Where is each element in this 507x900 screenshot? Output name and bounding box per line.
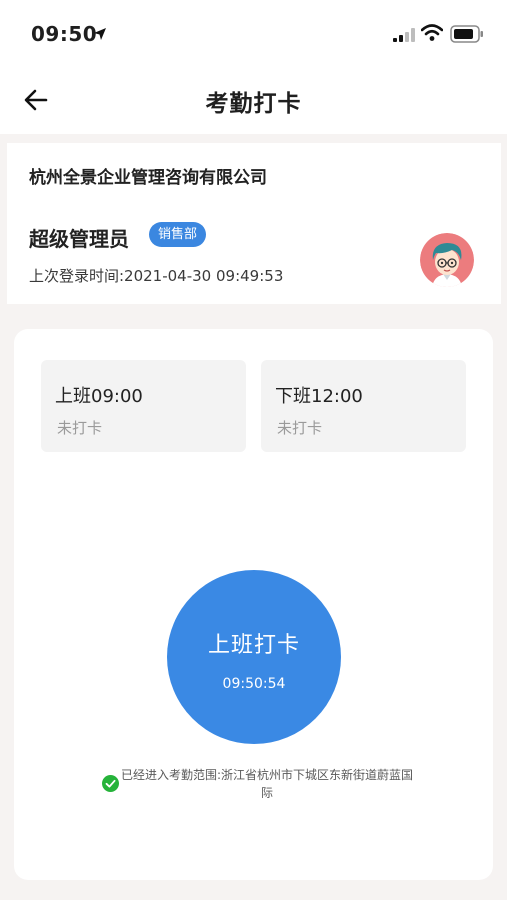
avatar-icon — [420, 233, 474, 287]
shift-card-clock-in: 上班09:00 未打卡 — [41, 360, 246, 452]
nav-bar: 考勤打卡 — [0, 66, 507, 134]
status-bar: 09:50 — [0, 0, 507, 66]
shift-title: 下班12:00 — [275, 386, 363, 407]
shift-status: 未打卡 — [57, 419, 103, 437]
attendance-card: 上班09:00 未打卡 下班12:00 未打卡 上班打卡 09:50:54 已经… — [14, 329, 493, 880]
attendance-range-text: 已经进入考勤范围:浙江省杭州市下城区东新街道蔚蓝国际 — [120, 768, 414, 800]
check-circle-icon — [102, 775, 119, 796]
clock-in-label: 上班打卡 — [207, 633, 300, 658]
last-login-time: 上次登录时间:2021-04-30 09:49:53 — [29, 267, 284, 285]
location-arrow-icon — [93, 26, 107, 45]
department-badge: 销售部 — [149, 222, 207, 247]
user-name: 超级管理员 — [29, 227, 129, 251]
wifi-icon — [420, 24, 444, 46]
clock-in-button[interactable]: 上班打卡 09:50:54 — [167, 570, 341, 744]
status-time: 09:50 — [31, 22, 98, 46]
signal-icon — [393, 27, 415, 46]
header-area: 09:50 考勤打卡 — [0, 0, 507, 134]
current-time: 09:50:54 — [222, 676, 286, 692]
shift-title: 上班09:00 — [55, 386, 143, 407]
battery-icon — [450, 25, 484, 47]
profile-card: 杭州全景企业管理咨询有限公司 超级管理员 销售部 上次登录时间:2021-04-… — [7, 143, 501, 304]
company-name: 杭州全景企业管理咨询有限公司 — [29, 168, 267, 188]
shift-status: 未打卡 — [277, 419, 323, 437]
shift-card-clock-out: 下班12:00 未打卡 — [261, 360, 466, 452]
page-title: 考勤打卡 — [205, 91, 302, 117]
